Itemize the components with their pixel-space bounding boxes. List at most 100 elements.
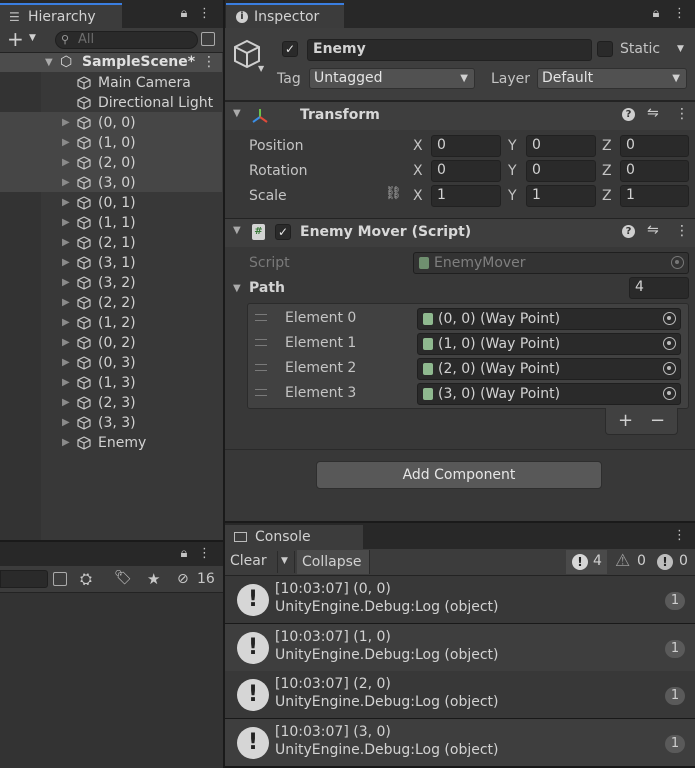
add-component-button[interactable]: Add Component xyxy=(316,461,602,489)
console-log-entry[interactable]: ! [10:03:07] (3, 0) UnityEngine.Debug:Log … xyxy=(225,718,695,766)
enemy-mover-header[interactable]: ▼ # ✓ Enemy Mover (Script) ? ⇋ ⋮ xyxy=(225,218,695,247)
expand-arrow-icon[interactable]: ▶ xyxy=(62,133,70,153)
preset-icon[interactable]: ⇋ xyxy=(647,105,659,121)
help-icon[interactable]: ? xyxy=(622,225,635,238)
search-mode-icon[interactable] xyxy=(201,32,215,46)
transform-rotation-y-field[interactable]: 0 xyxy=(526,160,596,182)
project-search-input[interactable] xyxy=(0,570,48,588)
clear-button[interactable]: Clear xyxy=(230,553,267,569)
console-log-entry[interactable]: ! [10:03:07] (2, 0) UnityEngine.Debug:Log … xyxy=(225,671,695,718)
remove-element-button[interactable]: − xyxy=(650,410,665,431)
hierarchy-item[interactable]: ▶ (3, 2) xyxy=(0,273,222,293)
drag-handle-icon[interactable] xyxy=(255,314,267,321)
preset-icon[interactable]: ⇋ xyxy=(647,222,659,238)
expand-arrow-icon[interactable]: ▶ xyxy=(62,113,70,133)
filter-type-icon[interactable]: ⛭ xyxy=(80,570,92,588)
component-menu-icon[interactable]: ⋮ xyxy=(675,223,689,239)
expand-arrow-icon[interactable]: ▶ xyxy=(62,193,70,213)
tab-inspector[interactable]: i Inspector xyxy=(226,3,344,28)
hierarchy-item[interactable]: Main Camera xyxy=(0,73,222,93)
expand-arrow-icon[interactable]: ▶ xyxy=(62,153,70,173)
favorite-star-icon[interactable]: ★ xyxy=(147,570,160,588)
static-dropdown-arrow[interactable]: ▼ xyxy=(677,44,684,54)
enemy-mover-enabled-checkbox[interactable]: ✓ xyxy=(275,224,291,240)
hierarchy-item[interactable]: ▶ (2, 1) xyxy=(0,233,222,253)
lock-icon[interactable]: 🔒︎ xyxy=(648,6,664,22)
add-icon[interactable]: + xyxy=(7,29,24,49)
scene-menu-icon[interactable]: ⋮ xyxy=(202,53,216,72)
foldout-arrow-icon[interactable]: ▼ xyxy=(233,283,241,294)
expand-arrow-icon[interactable]: ▶ xyxy=(62,433,70,453)
console-log-entry[interactable]: ! [10:03:07] (1, 0) UnityEngine.Debug:Log … xyxy=(225,623,695,671)
more-menu-icon[interactable]: ⋮ xyxy=(198,6,211,22)
transform-scale-y-field[interactable]: 1 xyxy=(526,185,596,207)
active-checkbox[interactable]: ✓ xyxy=(282,41,298,57)
transform-rotation-x-field[interactable]: 0 xyxy=(431,160,501,182)
hierarchy-item[interactable]: ▶ (2, 2) xyxy=(0,293,222,313)
drag-handle-icon[interactable] xyxy=(255,339,267,346)
icon-dropdown-arrow[interactable]: ▼ xyxy=(258,64,264,73)
expand-arrow-icon[interactable]: ▶ xyxy=(62,293,70,313)
hierarchy-item[interactable]: ▶ (2, 0) xyxy=(0,153,222,173)
drag-handle-icon[interactable] xyxy=(255,364,267,371)
hierarchy-item[interactable]: ▶ (3, 0) xyxy=(0,173,222,193)
hierarchy-item[interactable]: Directional Light xyxy=(0,93,222,113)
hierarchy-item[interactable]: ▶ (1, 3) xyxy=(0,373,222,393)
error-count-toggle[interactable]: ! 0 xyxy=(652,550,695,574)
hierarchy-item[interactable]: ▶ (0, 0) xyxy=(0,113,222,133)
expand-arrow-icon[interactable]: ▶ xyxy=(62,173,70,193)
filter-label-icon[interactable]: 🏷︎ xyxy=(114,570,132,586)
search-mode-icon[interactable] xyxy=(53,572,67,586)
hierarchy-item[interactable]: ▶ (0, 3) xyxy=(0,353,222,373)
help-icon[interactable]: ? xyxy=(622,108,635,121)
object-picker-icon[interactable] xyxy=(663,312,676,325)
transform-position-y-field[interactable]: 0 xyxy=(526,135,596,157)
component-menu-icon[interactable]: ⋮ xyxy=(675,106,689,122)
object-name-field[interactable]: Enemy xyxy=(307,39,592,61)
transform-position-z-field[interactable]: 0 xyxy=(620,135,689,157)
tab-console[interactable]: Console xyxy=(225,525,363,549)
more-menu-icon[interactable]: ⋮ xyxy=(673,528,686,544)
object-picker-icon[interactable] xyxy=(663,337,676,350)
expand-arrow-icon[interactable]: ▶ xyxy=(62,273,70,293)
hierarchy-item[interactable]: ▶ (2, 3) xyxy=(0,393,222,413)
path-element-field[interactable]: (2, 0) (Way Point) xyxy=(417,358,681,380)
path-element-field[interactable]: (0, 0) (Way Point) xyxy=(417,308,681,330)
hierarchy-item[interactable]: ▶ (0, 2) xyxy=(0,333,222,353)
chevron-down-icon[interactable]: ▼ xyxy=(29,33,36,43)
log-count-toggle[interactable]: ! 4 xyxy=(566,550,607,574)
static-checkbox[interactable] xyxy=(597,41,613,57)
scene-row[interactable]: ▼ ⬡ SampleScene* ⋮ xyxy=(0,53,222,72)
object-picker-icon[interactable] xyxy=(663,362,676,375)
constrain-proportions-icon[interactable]: ⛓︎ xyxy=(385,186,402,201)
hierarchy-item[interactable]: ▶ (0, 1) xyxy=(0,193,222,213)
lock-icon[interactable]: 🔒︎ xyxy=(176,546,192,562)
layer-dropdown[interactable]: Default ▼ xyxy=(537,68,687,89)
transform-rotation-z-field[interactable]: 0 xyxy=(620,160,689,182)
hierarchy-item[interactable]: ▶ (1, 0) xyxy=(0,133,222,153)
expand-arrow-icon[interactable]: ▶ xyxy=(62,333,70,353)
tab-hierarchy[interactable]: ☰ Hierarchy xyxy=(0,3,122,28)
expand-arrow-icon[interactable]: ▶ xyxy=(62,233,70,253)
drag-handle-icon[interactable] xyxy=(255,389,267,396)
hierarchy-item[interactable]: ▶ Enemy xyxy=(0,433,222,453)
add-element-button[interactable]: + xyxy=(618,410,633,431)
path-element-field[interactable]: (1, 0) (Way Point) xyxy=(417,333,681,355)
expand-arrow-icon[interactable]: ▶ xyxy=(62,373,70,393)
hierarchy-item[interactable]: ▶ (3, 3) xyxy=(0,413,222,433)
hierarchy-item[interactable]: ▶ (3, 1) xyxy=(0,253,222,273)
hierarchy-search-input[interactable]: ⚲ All xyxy=(55,31,198,49)
expand-arrow-icon[interactable]: ▶ xyxy=(62,393,70,413)
more-menu-icon[interactable]: ⋮ xyxy=(198,546,211,562)
hierarchy-item[interactable]: ▶ (1, 1) xyxy=(0,213,222,233)
expand-arrow-icon[interactable]: ▶ xyxy=(62,413,70,433)
console-log-entry[interactable]: ! [10:03:07] (0, 0) UnityEngine.Debug:Log … xyxy=(225,576,695,623)
path-element-field[interactable]: (3, 0) (Way Point) xyxy=(417,383,681,405)
object-picker-icon[interactable] xyxy=(663,387,676,400)
transform-scale-x-field[interactable]: 1 xyxy=(431,185,501,207)
more-menu-icon[interactable]: ⋮ xyxy=(673,6,686,22)
transform-scale-z-field[interactable]: 1 xyxy=(620,185,689,207)
tag-dropdown[interactable]: Untagged ▼ xyxy=(309,68,475,89)
expand-arrow-icon[interactable]: ▶ xyxy=(62,353,70,373)
expand-arrow-icon[interactable]: ▶ xyxy=(62,313,70,333)
